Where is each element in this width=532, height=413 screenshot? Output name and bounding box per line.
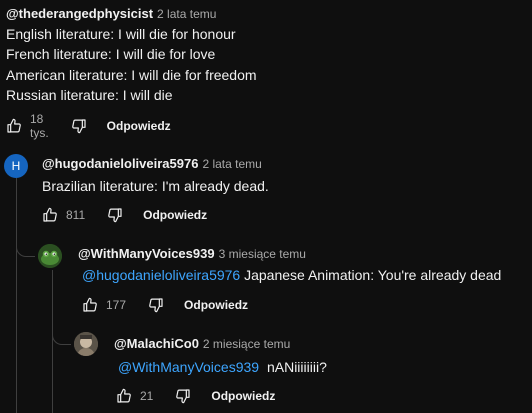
comment-time[interactable]: 3 miesiące temu bbox=[219, 247, 306, 261]
dislike-icon[interactable] bbox=[71, 118, 87, 134]
comment-header: @hugodanieloliveira5976 2 lata temu bbox=[42, 156, 262, 171]
reply-button[interactable]: Odpowiedz bbox=[184, 298, 248, 312]
avatar-letter: H bbox=[11, 159, 21, 173]
dislike-icon[interactable] bbox=[107, 207, 123, 223]
comment-author[interactable]: @WithManyVoices939 bbox=[78, 246, 215, 261]
comment-author[interactable]: @thederangedphysicist bbox=[6, 6, 153, 21]
comment-actions: 21 Odpowiedz bbox=[116, 384, 275, 408]
reply-button[interactable]: Odpowiedz bbox=[107, 119, 171, 133]
comment-actions: 811 Odpowiedz bbox=[42, 203, 207, 227]
comment-text-line: English literature: I will die for honou… bbox=[6, 26, 236, 42]
like-count: 21 bbox=[140, 389, 154, 403]
dislike-icon[interactable] bbox=[175, 388, 191, 404]
thread-elbow-1 bbox=[16, 232, 35, 257]
avatar[interactable]: H bbox=[4, 154, 28, 178]
comment-header: @MalachiCo0 2 miesiące temu bbox=[114, 336, 290, 351]
avatar[interactable] bbox=[74, 332, 98, 356]
comment-time[interactable]: 2 lata temu bbox=[202, 157, 261, 171]
comment-header: @WithManyVoices939 3 miesiące temu bbox=[78, 246, 306, 261]
comment-actions: 18 tys. Odpowiedz bbox=[6, 112, 171, 140]
like-count: 177 bbox=[106, 298, 127, 312]
like-count: 811 bbox=[66, 208, 86, 222]
reply-button[interactable]: Odpowiedz bbox=[211, 389, 275, 403]
frog-avatar-icon bbox=[38, 244, 62, 268]
like-icon[interactable] bbox=[116, 388, 132, 404]
comment-text-line: @WithManyVoices939 nANiiiiiiii? bbox=[118, 357, 327, 377]
photo-avatar-icon bbox=[74, 332, 98, 356]
like-icon[interactable] bbox=[82, 297, 98, 313]
reply-button[interactable]: Odpowiedz bbox=[143, 208, 207, 222]
comment-text-line: French literature: I will die for love bbox=[6, 46, 216, 62]
comment-header: @thederangedphysicist 2 lata temu bbox=[6, 6, 216, 21]
comment-text-line: Brazilian literature: I'm already dead. bbox=[42, 178, 269, 194]
comment-text-line: Russian literature: I will die bbox=[6, 87, 173, 103]
thread-line-nested bbox=[52, 270, 53, 413]
comment-actions: 177 Odpowiedz bbox=[82, 293, 248, 317]
comment-time[interactable]: 2 lata temu bbox=[157, 7, 216, 21]
comment-author[interactable]: @MalachiCo0 bbox=[114, 336, 199, 351]
dislike-icon[interactable] bbox=[148, 297, 164, 313]
comment-text: Japanese Animation: You're already dead bbox=[244, 267, 502, 283]
comment-author[interactable]: @hugodanieloliveira5976 bbox=[42, 156, 198, 171]
comment-text-line: American literature: I will die for free… bbox=[6, 67, 257, 83]
thread-line-main bbox=[16, 178, 17, 413]
like-count: 18 tys. bbox=[30, 112, 49, 140]
comment-time[interactable]: 2 miesiące temu bbox=[203, 337, 290, 351]
like-icon[interactable] bbox=[6, 118, 22, 134]
thread-elbow-2 bbox=[52, 316, 71, 345]
mention-link[interactable]: @WithManyVoices939 bbox=[118, 359, 259, 375]
mention-link[interactable]: @hugodanieloliveira5976 bbox=[82, 267, 240, 283]
like-icon[interactable] bbox=[42, 207, 58, 223]
comment-text-line: @hugodanieloliveira5976 Japanese Animati… bbox=[82, 265, 501, 285]
comment-text: nANiiiiiiii? bbox=[266, 359, 327, 375]
avatar[interactable] bbox=[38, 244, 62, 268]
